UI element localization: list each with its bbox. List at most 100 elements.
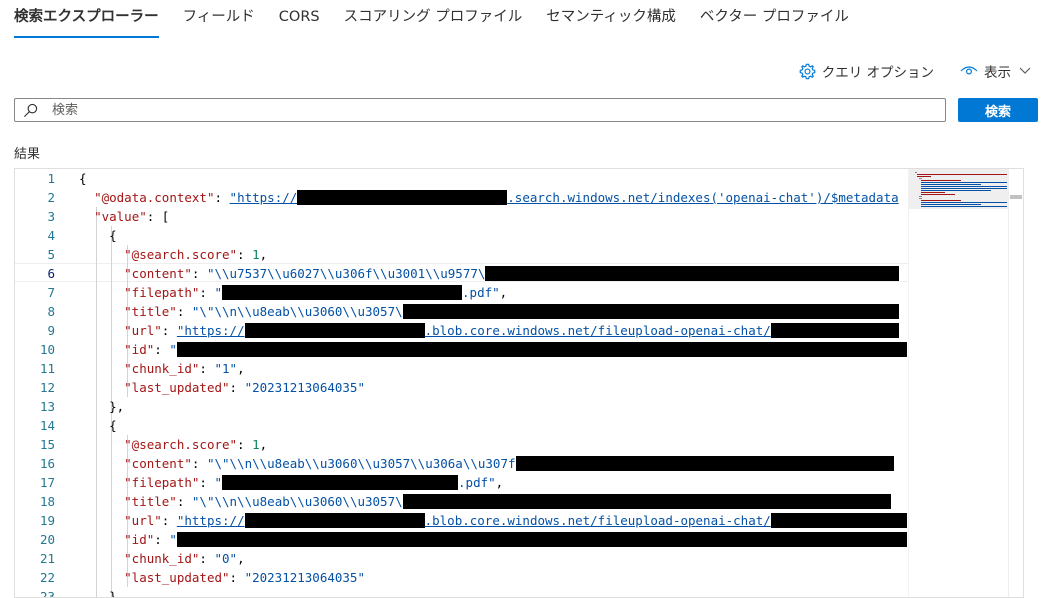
- search-box: [14, 98, 946, 122]
- code-line: "chunk_id": "0",: [124, 551, 245, 566]
- minimap-line: [919, 196, 922, 197]
- minimap-slider[interactable]: [909, 169, 1009, 209]
- minimap-line: [919, 198, 922, 199]
- minimap-line: [919, 178, 922, 179]
- json-code: { "@odata.context": "https://.search.win…: [79, 169, 907, 598]
- redacted-block: [297, 190, 508, 205]
- line-number: 8: [47, 304, 55, 319]
- tab-semantic-configurations[interactable]: セマンティック構成: [546, 0, 676, 36]
- code-line: "filepath": " .pdf",: [124, 285, 508, 300]
- minimap-line: [921, 186, 1007, 187]
- line-number: 6: [47, 266, 55, 281]
- redacted-block: [485, 266, 900, 281]
- redacted-block: [176, 342, 907, 357]
- tab-bar: 検索エクスプローラー フィールド CORS スコアリング プロファイル セマンテ…: [14, 0, 873, 40]
- redacted-block: [222, 475, 459, 490]
- vertical-scrollbar[interactable]: [1008, 169, 1023, 597]
- line-number: 2: [47, 190, 55, 205]
- line-number: 19: [39, 513, 55, 528]
- code-line: "id": ": [79, 340, 907, 359]
- tab-cors[interactable]: CORS: [279, 0, 320, 36]
- line-number: 20: [39, 532, 55, 547]
- line-number: 7: [47, 285, 55, 300]
- line-number: 22: [39, 570, 55, 585]
- query-options-button[interactable]: クエリ オプション: [799, 61, 934, 81]
- minimap-line: [921, 188, 1007, 189]
- tab-scoring-profiles[interactable]: スコアリング プロファイル: [344, 0, 523, 36]
- command-bar: クエリ オプション 表示: [773, 60, 1031, 82]
- minimap-line: [921, 190, 991, 191]
- tab-vector-profiles[interactable]: ベクター プロファイル: [700, 0, 849, 36]
- line-number: 5: [47, 247, 55, 262]
- minimap-line: [921, 202, 1007, 203]
- results-label: 結果: [14, 147, 41, 162]
- redacted-block: [402, 494, 891, 509]
- minimap-line: [921, 182, 1007, 183]
- scrollbar-thumb[interactable]: [1010, 195, 1022, 199]
- code-line: {: [79, 228, 117, 243]
- query-options-label: クエリ オプション: [821, 65, 934, 81]
- code-line: "value": [: [94, 209, 170, 224]
- minimap-line: [917, 176, 931, 177]
- line-number: 16: [39, 456, 55, 471]
- code-line: {: [79, 171, 87, 186]
- redacted-block: [222, 285, 463, 300]
- minimap[interactable]: [908, 169, 1009, 597]
- redacted-block: [770, 513, 907, 528]
- line-number: 23: [39, 589, 55, 598]
- code-line: "last_updated": "20231213064035": [124, 570, 365, 585]
- redacted-block: [244, 513, 425, 528]
- line-number: 10: [39, 342, 55, 357]
- code-line: },: [79, 589, 125, 598]
- tab-search-explorer[interactable]: 検索エクスプローラー: [14, 0, 159, 38]
- redacted-block: [244, 323, 425, 338]
- minimap-line: [921, 180, 961, 181]
- code-line: "@search.score": 1,: [124, 437, 268, 452]
- minimap-line: [921, 192, 945, 193]
- code-line: "filepath": " .pdf",: [124, 475, 504, 490]
- tab-fields[interactable]: フィールド: [183, 0, 255, 36]
- minimap-line: [915, 172, 917, 173]
- minimap-line: [921, 204, 981, 205]
- code-line: },: [79, 399, 125, 414]
- redacted-block: [402, 304, 899, 319]
- line-number: 15: [39, 437, 55, 452]
- line-number: 11: [39, 361, 55, 376]
- code-line: "url": "https://.blob.core.windows.net/f…: [79, 321, 899, 340]
- code-line: "id": ": [79, 530, 907, 549]
- code-line: "content": "\\u7537\\u6027\\u306f\\u3001…: [79, 264, 900, 283]
- line-number: 3: [47, 209, 55, 224]
- minimap-line: [921, 200, 961, 201]
- view-dropdown[interactable]: 表示: [960, 61, 1031, 81]
- gear-icon: [799, 63, 816, 79]
- minimap-line: [917, 174, 1007, 175]
- line-number: 13: [39, 399, 55, 414]
- search-input[interactable]: [50, 101, 934, 119]
- line-number: 21: [39, 551, 55, 566]
- code-line: "@search.score": 1,: [124, 247, 268, 262]
- code-line: "url": "https://.blob.core.windows.net/f…: [79, 511, 907, 530]
- search-button[interactable]: 検索: [958, 98, 1038, 122]
- redacted-block: [515, 456, 894, 471]
- line-number: 17: [39, 475, 55, 490]
- redacted-block: [176, 532, 907, 547]
- line-number: 12: [39, 380, 55, 395]
- line-number: 1: [47, 171, 55, 186]
- line-number: 4: [47, 228, 55, 243]
- chevron-down-icon: [1019, 67, 1031, 74]
- code-line: "@odata.context": "https://.search.windo…: [94, 190, 899, 205]
- line-number: 9: [47, 323, 55, 338]
- view-label: 表示: [984, 65, 1011, 81]
- minimap-line: [921, 194, 955, 195]
- code-line: "last_updated": "20231213064035": [124, 380, 365, 395]
- results-editor[interactable]: 1 2 3 4 5 6 7 8 9 10 11 12 13 14 15 16 17 18 19 20 21 22 23 { …: [14, 168, 1024, 598]
- minimap-line: [921, 184, 981, 185]
- code-line: "chunk_id": "1",: [124, 361, 245, 376]
- minimap-line: [921, 206, 1007, 207]
- redacted-block: [770, 323, 899, 338]
- code-line: "content": "\"\\n\\u8eab\\u3060\\u3057\\…: [79, 454, 894, 473]
- eye-icon: [960, 66, 978, 75]
- line-number: 18: [39, 494, 55, 509]
- code-line: {: [79, 418, 117, 433]
- search-icon: [24, 103, 38, 117]
